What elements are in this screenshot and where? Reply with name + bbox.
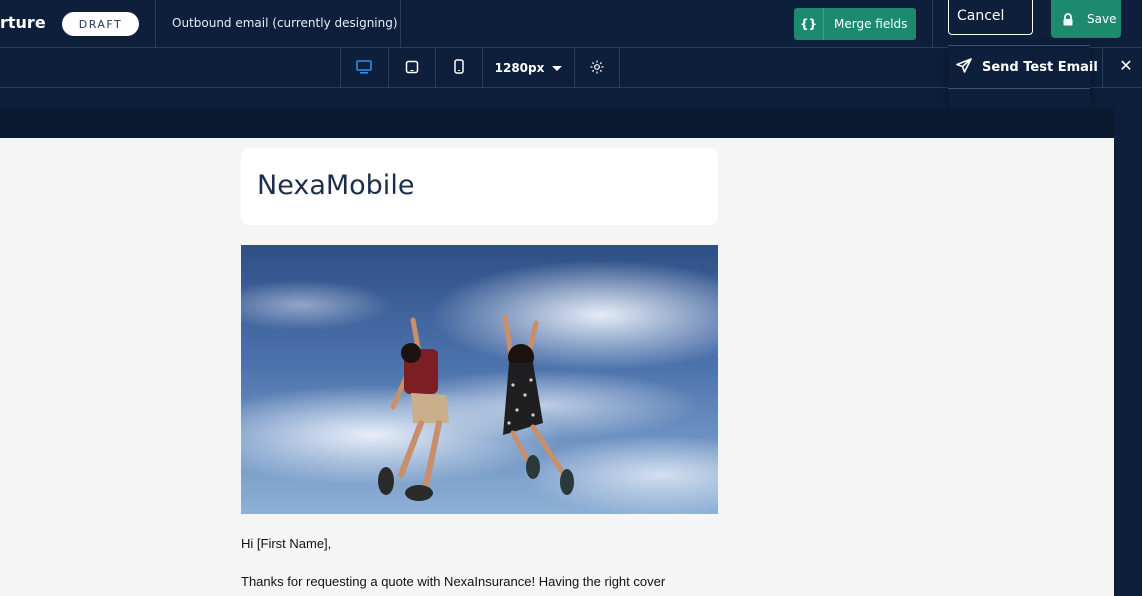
email-name[interactable]: Outbound email (currently designing) [172, 16, 398, 30]
theme-toggle-button[interactable] [574, 48, 620, 88]
curly-braces-icon: {} [794, 8, 824, 40]
mobile-preview-button[interactable] [435, 48, 481, 88]
mobile-icon [453, 58, 465, 78]
top-bar: rture DRAFT Outbound email (currently de… [0, 0, 1142, 48]
status-badge: DRAFT [62, 12, 139, 36]
send-test-email-label: Send Test Email [982, 60, 1098, 75]
paper-plane-icon [956, 58, 972, 77]
desktop-icon [355, 59, 372, 78]
save-button[interactable]: Save [1051, 0, 1121, 38]
journey-title: rture [0, 13, 46, 32]
cancel-button[interactable]: Cancel [948, 0, 1033, 35]
divider [155, 0, 156, 48]
viewport-width-dropdown[interactable]: 1280px [482, 48, 574, 88]
merge-fields-button[interactable]: {} Merge fields [794, 8, 916, 40]
viewport-width-value: 1280px [494, 61, 545, 75]
send-test-email-button[interactable]: Send Test Email [956, 58, 1098, 77]
divider [932, 0, 933, 48]
hero-image[interactable] [241, 245, 718, 514]
merge-fields-label: Merge fields [834, 17, 908, 31]
close-icon[interactable]: ✕ [1112, 56, 1140, 75]
email-header-block[interactable]: NexaMobile [241, 148, 718, 225]
divider [400, 0, 401, 48]
save-options-popover: Send Test Email [948, 45, 1098, 115]
tablet-preview-button[interactable] [388, 48, 434, 88]
tablet-icon [405, 59, 419, 78]
desktop-preview-button[interactable] [340, 48, 386, 88]
save-label: Save [1087, 12, 1117, 26]
brand-name: NexaMobile [257, 170, 415, 201]
canvas-header-strip [0, 108, 1114, 138]
divider [1102, 48, 1103, 88]
email-body-text[interactable]: Thanks for requesting a quote with NexaI… [241, 574, 665, 589]
divider [948, 45, 1090, 46]
email-greeting[interactable]: Hi [First Name], [241, 536, 331, 551]
sun-icon [590, 59, 604, 78]
lock-icon [1051, 0, 1085, 38]
chevron-down-icon [552, 65, 563, 71]
side-rail [1114, 108, 1142, 596]
divider [948, 88, 1090, 89]
